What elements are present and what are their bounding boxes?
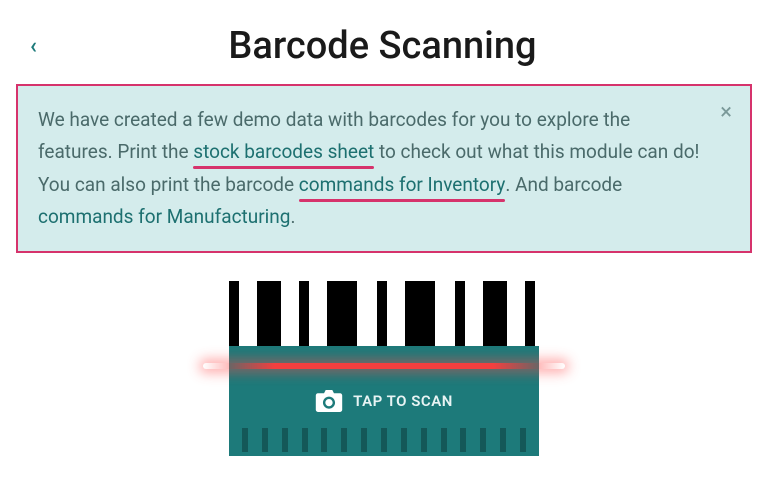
header: ‹ Barcode Scanning xyxy=(0,0,768,84)
alert-text-segment: . And barcode xyxy=(505,173,622,196)
scan-area: TAP TO SCAN xyxy=(0,281,768,456)
scan-laser-icon xyxy=(203,363,565,369)
panel-ticks-decoration xyxy=(229,428,539,452)
scan-label: TAP TO SCAN xyxy=(353,392,453,410)
commands-for-inventory-link[interactable]: commands for Inventory xyxy=(299,173,506,196)
alert-text-segment: . xyxy=(290,205,295,228)
page-title: Barcode Scanning xyxy=(17,24,748,68)
close-icon: × xyxy=(720,100,732,125)
alert-close-button[interactable]: × xyxy=(720,102,732,124)
commands-for-manufacturing-link[interactable]: commands for Manufacturing xyxy=(38,205,290,228)
info-alert-highlight: × We have created a few demo data with b… xyxy=(16,84,752,253)
camera-icon xyxy=(315,390,343,412)
stock-barcodes-sheet-link[interactable]: stock barcodes sheet xyxy=(193,140,374,163)
info-alert: × We have created a few demo data with b… xyxy=(18,86,750,251)
barcode-scan-button[interactable]: TAP TO SCAN xyxy=(229,281,539,456)
